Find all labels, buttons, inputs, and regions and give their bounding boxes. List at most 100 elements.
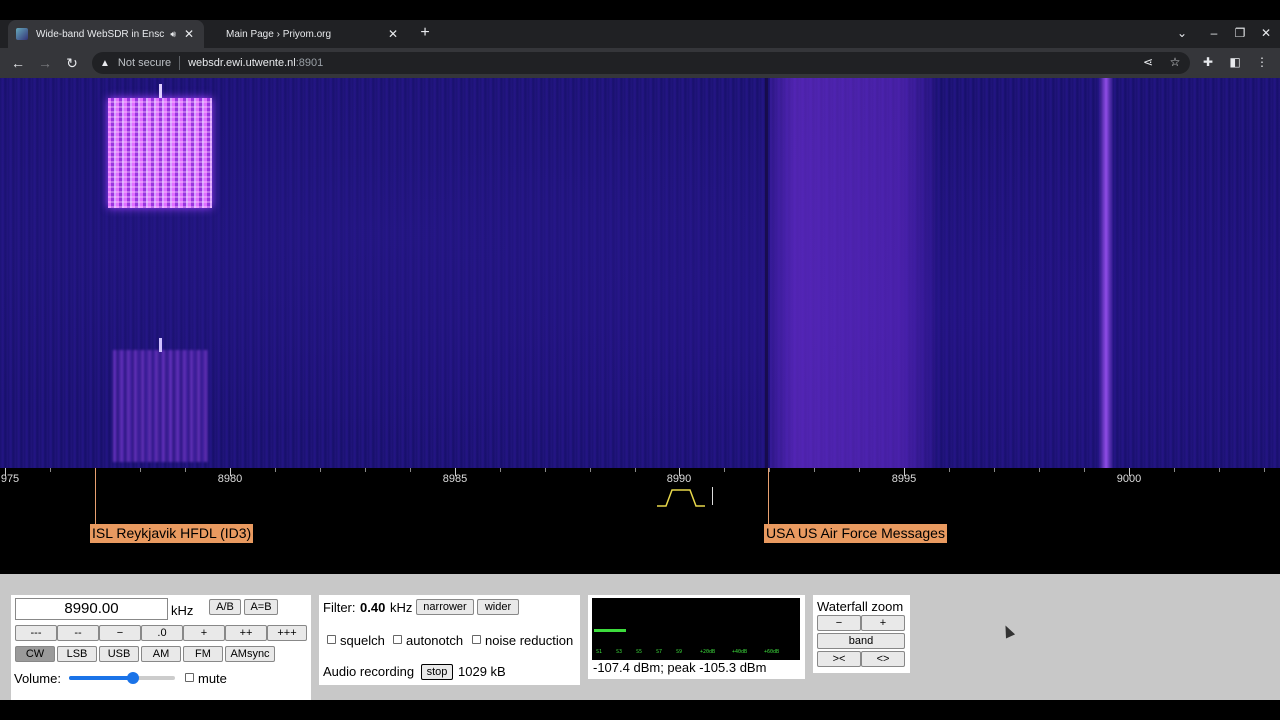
- screen-bottom-bar: [0, 700, 1280, 720]
- a-equals-b-button[interactable]: A=B: [244, 599, 278, 615]
- filter-value: 0.40: [360, 600, 386, 615]
- mode-cw-button[interactable]: CW: [15, 646, 55, 662]
- signal-burst-faint: [113, 350, 208, 462]
- zoom-in-button[interactable]: +: [861, 615, 905, 631]
- volume-thumb[interactable]: [126, 672, 139, 684]
- zoom-wide-button[interactable]: <>: [861, 651, 905, 667]
- step-up-3-button[interactable]: +++: [267, 625, 307, 641]
- smeter-box: S1 S3 S5 S7 S9 +20dB +40dB +60dB -107.4 …: [588, 595, 805, 679]
- volume-slider[interactable]: [69, 672, 175, 684]
- scale-tick-minor: [949, 468, 950, 472]
- scale-tick-minor: [140, 468, 141, 472]
- step-up-2-button[interactable]: ++: [225, 625, 267, 641]
- scale-tick-minor: [545, 468, 546, 472]
- ab-button[interactable]: A/B: [209, 599, 241, 615]
- scale-tick-minor: [500, 468, 501, 472]
- mute-label: mute: [198, 671, 227, 686]
- signal-meter: S1 S3 S5 S7 S9 +20dB +40dB +60dB: [592, 598, 800, 660]
- tab-priyom[interactable]: Main Page › Priyom.org ✕: [218, 20, 408, 48]
- warning-icon[interactable]: ▲: [100, 58, 110, 69]
- scale-label: 975: [0, 473, 20, 485]
- mode-fm-button[interactable]: FM: [183, 646, 223, 662]
- smeter-scale-label: S1: [596, 649, 603, 655]
- extensions-puzzle-icon[interactable]: ✚: [1200, 55, 1216, 69]
- step-down-2-button[interactable]: --: [57, 625, 99, 641]
- station-label-usaf-messages[interactable]: USA US Air Force Messages: [764, 524, 947, 543]
- scale-tick-minor: [50, 468, 51, 472]
- autonotch-checkbox[interactable]: [393, 635, 402, 644]
- speaker-icon[interactable]: 🔊︎: [170, 29, 176, 40]
- filter-label: Filter:: [323, 600, 356, 615]
- scale-tick-minor: [590, 468, 591, 472]
- squelch-checkbox[interactable]: [327, 635, 336, 644]
- close-tab-icon[interactable]: ✕: [182, 27, 196, 41]
- volume-fill: [69, 676, 133, 680]
- tab-search-chevron-icon[interactable]: ⌄: [1174, 26, 1190, 40]
- zoom-band-button[interactable]: band: [817, 633, 905, 649]
- noise-reduction-label: noise reduction: [485, 633, 574, 648]
- zoom-out-button[interactable]: −: [817, 615, 861, 631]
- scale-label: 9000: [1116, 473, 1142, 485]
- scale-tick-minor: [365, 468, 366, 472]
- back-arrow-icon[interactable]: ←: [8, 53, 28, 73]
- scale-tick-minor: [320, 468, 321, 472]
- signal-burst: [108, 98, 212, 208]
- tab-title: Wide-band WebSDR in Ensch: [36, 28, 165, 40]
- filter-box: Filter: 0.40 kHz narrower wider squelch …: [319, 595, 580, 685]
- bookmark-star-icon[interactable]: ☆: [1167, 55, 1183, 69]
- frequency-scale[interactable]: 975 8980 8985 8990 8995 9000: [0, 468, 1280, 524]
- scale-tick-minor: [769, 468, 770, 472]
- menu-kebab-icon[interactable]: ⋮: [1254, 55, 1270, 69]
- stop-recording-button[interactable]: stop: [421, 664, 453, 680]
- scale-label: 8985: [442, 473, 468, 485]
- smeter-scale-label: +60dB: [764, 649, 780, 655]
- security-indicator[interactable]: Not secure: [118, 57, 171, 69]
- step-down-1-button[interactable]: −: [99, 625, 141, 641]
- reload-icon[interactable]: ↻: [62, 53, 82, 73]
- mode-usb-button[interactable]: USB: [99, 646, 139, 662]
- filter-unit: kHz: [390, 600, 413, 615]
- browser-toolbar: ← → ↻ ▲ Not secure websdr.ewi.utwente.nl…: [0, 48, 1280, 78]
- waterfall-display[interactable]: [0, 78, 1280, 468]
- mode-amsync-button[interactable]: AMsync: [225, 646, 275, 662]
- station-label-isl-reykjavik[interactable]: ISL Reykjavik HFDL (ID3): [90, 524, 254, 543]
- frequency-input[interactable]: 8990.00: [15, 598, 168, 620]
- wider-button[interactable]: wider: [477, 599, 519, 615]
- forward-arrow-icon[interactable]: →: [35, 53, 55, 73]
- scale-tick-minor: [1264, 468, 1265, 472]
- address-bar[interactable]: ▲ Not secure websdr.ewi.utwente.nl:8901: [92, 52, 1190, 74]
- close-tab-icon[interactable]: ✕: [386, 27, 400, 41]
- step-up-1-button[interactable]: +: [183, 625, 225, 641]
- smeter-scale-label: S7: [656, 649, 663, 655]
- noise-reduction-checkbox[interactable]: [472, 635, 481, 644]
- carrier-line: [765, 78, 768, 468]
- smeter-scale-label: S3: [616, 649, 623, 655]
- restore-icon[interactable]: ❐: [1232, 26, 1248, 40]
- zoom-narrow-button[interactable]: ><: [817, 651, 861, 667]
- scale-tick-minor: [410, 468, 411, 472]
- narrower-button[interactable]: narrower: [416, 599, 474, 615]
- side-panel-icon[interactable]: ◧: [1227, 55, 1243, 69]
- recording-size: 1029 kB: [458, 664, 506, 679]
- mute-checkbox[interactable]: [185, 673, 194, 682]
- audio-recording-label: Audio recording: [323, 664, 415, 679]
- minimize-icon[interactable]: –: [1206, 26, 1222, 40]
- mode-am-button[interactable]: AM: [141, 646, 181, 662]
- station-marker-line: [95, 468, 96, 524]
- tuning-marker[interactable]: [712, 487, 713, 505]
- mode-lsb-button[interactable]: LSB: [57, 646, 97, 662]
- tab-websdr[interactable]: Wide-band WebSDR in Ensch 🔊︎ ✕: [8, 20, 204, 48]
- tab-strip: Wide-band WebSDR in Ensch 🔊︎ ✕ Main Page…: [0, 20, 1280, 48]
- step-down-3-button[interactable]: ---: [15, 625, 57, 641]
- tab-title: Main Page › Priyom.org: [226, 28, 332, 40]
- round-button[interactable]: .0: [141, 625, 183, 641]
- signal-marker: [159, 84, 162, 98]
- close-window-icon[interactable]: ✕: [1258, 26, 1274, 40]
- smeter-scale-label: +40dB: [732, 649, 748, 655]
- scale-label: 8980: [217, 473, 243, 485]
- share-icon[interactable]: ⋖: [1140, 55, 1156, 69]
- waterfall-zoom-box: Waterfall zoom − + band >< <>: [813, 595, 910, 673]
- new-tab-icon[interactable]: +: [416, 24, 434, 42]
- autonotch-label: autonotch: [406, 633, 464, 648]
- passband-indicator[interactable]: [656, 486, 706, 508]
